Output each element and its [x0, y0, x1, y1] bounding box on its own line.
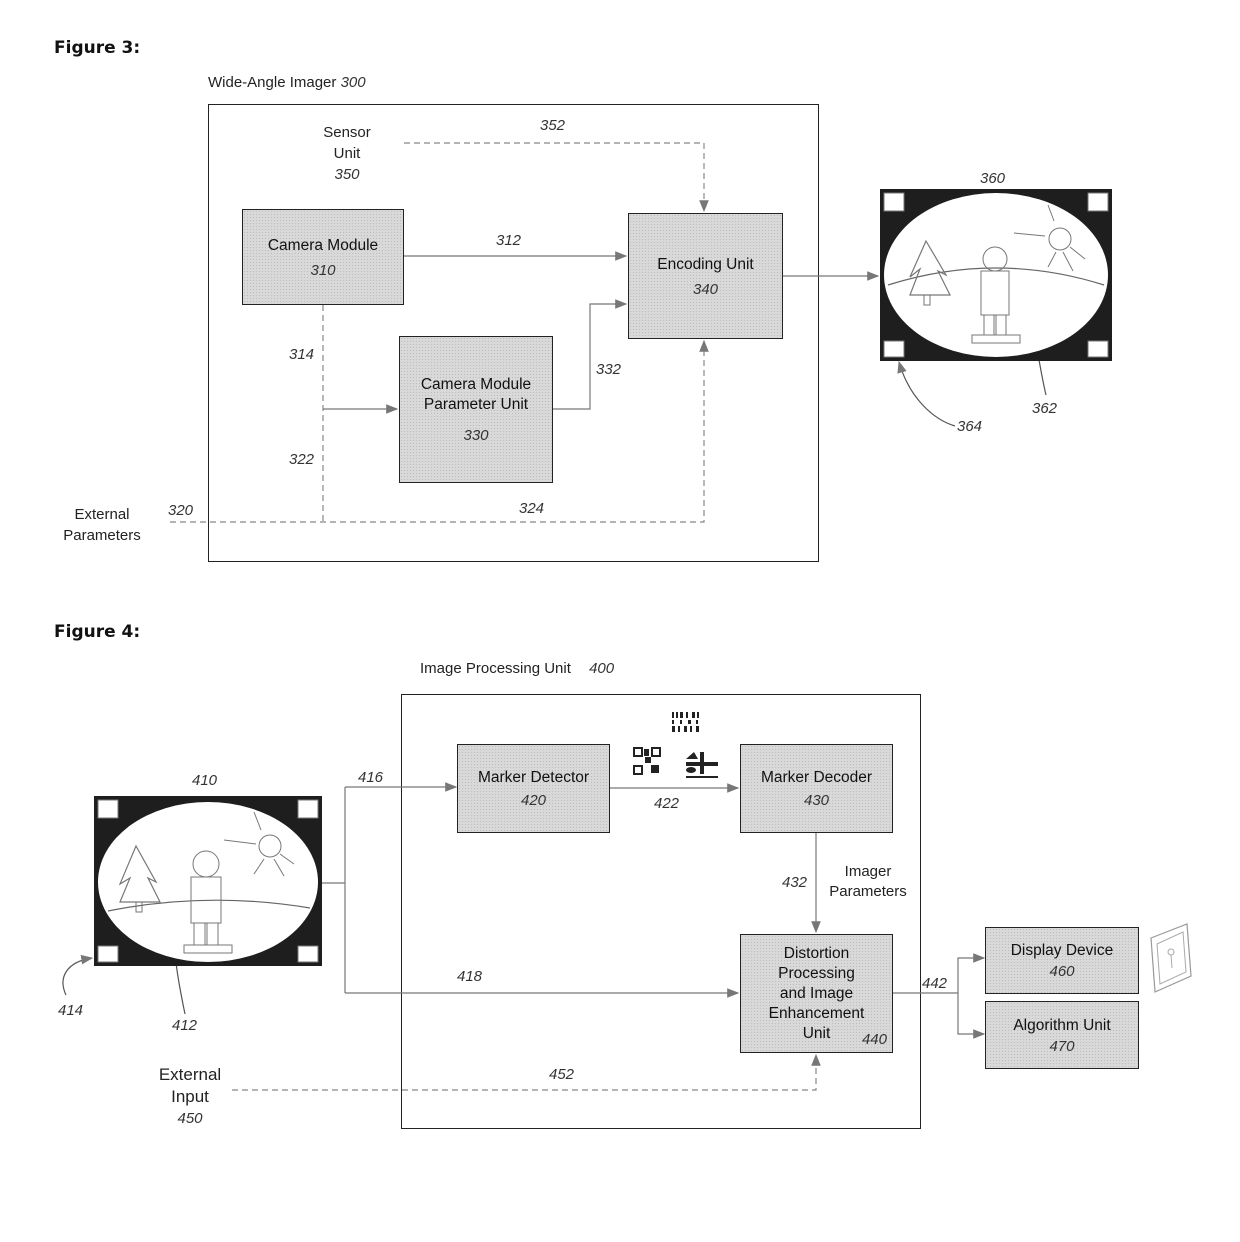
connector-label-416: 416 — [358, 769, 384, 786]
external-input-line2: Input — [171, 1087, 209, 1106]
display-device-label: Display Device — [1010, 942, 1114, 959]
connector-label-432: 432 — [782, 874, 808, 891]
distortion-line5: Unit — [802, 1024, 831, 1042]
imager-parameters-line2: Parameters — [829, 883, 907, 900]
connector-label-418: 418 — [457, 968, 483, 985]
distortion-processing-block: Distortion Processing and Image Enhancem… — [740, 934, 893, 1053]
barcode-icon — [97, 945, 119, 963]
marker-detector-block: Marker Detector 420 — [457, 744, 610, 833]
connector-442-display — [957, 953, 986, 993]
connector-442-algorithm — [957, 993, 986, 1039]
marker-symbol-icon — [297, 799, 319, 819]
marker-examples — [633, 712, 718, 778]
display-device-block: Display Device 460 — [985, 927, 1139, 994]
barcode-icon — [297, 945, 319, 963]
connector-label-442: 442 — [922, 975, 948, 992]
distortion-line4: Enhancement — [768, 1004, 865, 1022]
display-device-ref: 460 — [1049, 963, 1075, 980]
distortion-line1: Distortion — [783, 944, 850, 962]
imager-parameters-line1: Imager — [844, 863, 892, 880]
distortion-line2: Processing — [778, 964, 855, 982]
wide-angle-scene-icon — [94, 796, 322, 966]
marker-decoder-ref: 430 — [803, 792, 830, 809]
connector-label-422: 422 — [654, 795, 680, 812]
marker-decoder-label: Marker Decoder — [760, 769, 873, 786]
marker-symbol-icon — [686, 752, 718, 778]
imager-parameters-label: Imager Parameters — [820, 862, 916, 902]
barcode-icon — [672, 712, 699, 732]
marker-detector-ref: 420 — [520, 792, 547, 809]
leader-414 — [62, 954, 94, 996]
algorithm-unit-label: Algorithm Unit — [1013, 1016, 1111, 1034]
external-input-line1: External — [158, 1065, 222, 1084]
connector-452 — [232, 1053, 821, 1091]
image-410-ref: 410 — [192, 772, 218, 789]
qr-code-icon — [97, 799, 119, 819]
marker-decoder-block: Marker Decoder 430 — [740, 744, 893, 833]
marker-detector-label: Marker Detector — [477, 769, 590, 786]
marker-ref-414: 414 — [58, 1002, 84, 1019]
algorithm-unit-block: Algorithm Unit 470 — [985, 1001, 1139, 1069]
connector-label-452: 452 — [549, 1066, 575, 1083]
external-input-label: External Input 450 — [140, 1064, 240, 1130]
algorithm-unit-ref: 470 — [1049, 1037, 1075, 1055]
tablet-display-icon — [1150, 923, 1192, 993]
qr-code-icon — [633, 747, 661, 775]
distortion-line3: and Image — [779, 984, 854, 1002]
imaged-area-ref-412: 412 — [172, 1017, 198, 1034]
external-input-ref: 450 — [177, 1110, 203, 1127]
distortion-unit-ref: 440 — [861, 1031, 887, 1048]
